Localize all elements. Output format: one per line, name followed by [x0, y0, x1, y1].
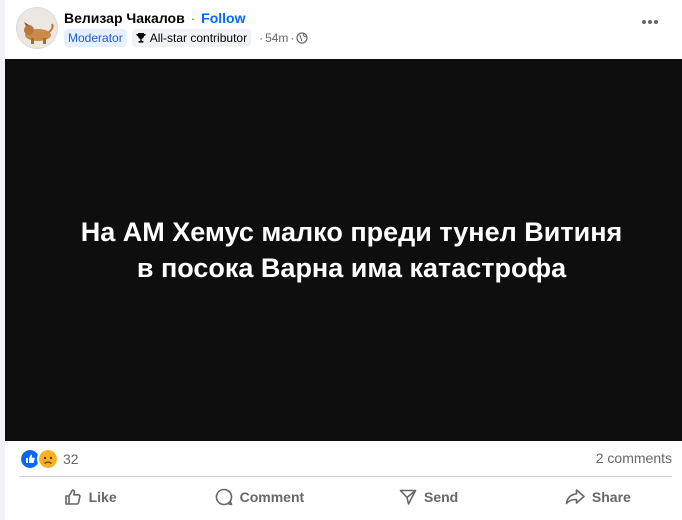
share-button[interactable]: Share	[513, 482, 682, 512]
meta-row: Moderator All-star contributor · 54m ·	[64, 29, 309, 47]
comments-count-link[interactable]: 2 comments	[596, 450, 672, 466]
share-label: Share	[591, 489, 631, 505]
action-bar: Like Comment Send Share	[5, 482, 682, 512]
media-text-line-1: На АМ Хемус малко преди тунел Витиня	[80, 217, 623, 247]
media-text-line-2: в посока Варна има катастрофа	[136, 253, 567, 283]
author-row: Велизар Чакалов · Follow	[64, 9, 245, 27]
more-options-button[interactable]	[636, 12, 664, 32]
comment-button[interactable]: Comment	[174, 482, 343, 512]
follow-button[interactable]: Follow	[201, 10, 245, 26]
share-icon	[565, 489, 585, 505]
all-star-badge[interactable]: All-star contributor	[131, 29, 252, 47]
send-label: Send	[424, 489, 459, 505]
like-button[interactable]: Like	[5, 482, 174, 512]
reactions-summary[interactable]: 32	[19, 448, 79, 470]
author-name[interactable]: Велизар Чакалов	[64, 10, 185, 26]
avatar[interactable]	[16, 7, 58, 49]
comment-icon	[215, 488, 232, 506]
send-icon	[399, 489, 417, 505]
send-button[interactable]: Send	[344, 482, 513, 512]
moderator-badge[interactable]: Moderator	[64, 29, 127, 47]
trophy-icon	[136, 33, 146, 43]
all-star-label: All-star contributor	[149, 31, 248, 45]
time-dot-before: ·	[259, 31, 264, 45]
media-text: На АМ Хемус малко преди тунел Витиня в п…	[32, 214, 672, 286]
time-dot-after: ·	[290, 31, 295, 45]
sad-icon	[37, 448, 59, 470]
post-time: · 54m ·	[257, 31, 309, 45]
reaction-icons	[19, 448, 59, 470]
more-dots-icon	[642, 20, 658, 24]
post-card: Велизар Чакалов · Follow Moderator All-s…	[0, 0, 682, 520]
comment-label: Comment	[239, 489, 305, 505]
actions-divider	[19, 476, 672, 477]
timestamp[interactable]: 54m	[265, 31, 288, 45]
reaction-count: 32	[63, 451, 79, 467]
author-separator: ·	[190, 10, 196, 26]
post-media[interactable]: На АМ Хемус малко преди тунел Витиня в п…	[5, 59, 682, 441]
thumbs-up-icon	[64, 489, 81, 505]
post-header: Велизар Чакалов · Follow Moderator All-s…	[16, 6, 666, 52]
like-label: Like	[88, 489, 117, 505]
globe-icon	[296, 32, 309, 44]
